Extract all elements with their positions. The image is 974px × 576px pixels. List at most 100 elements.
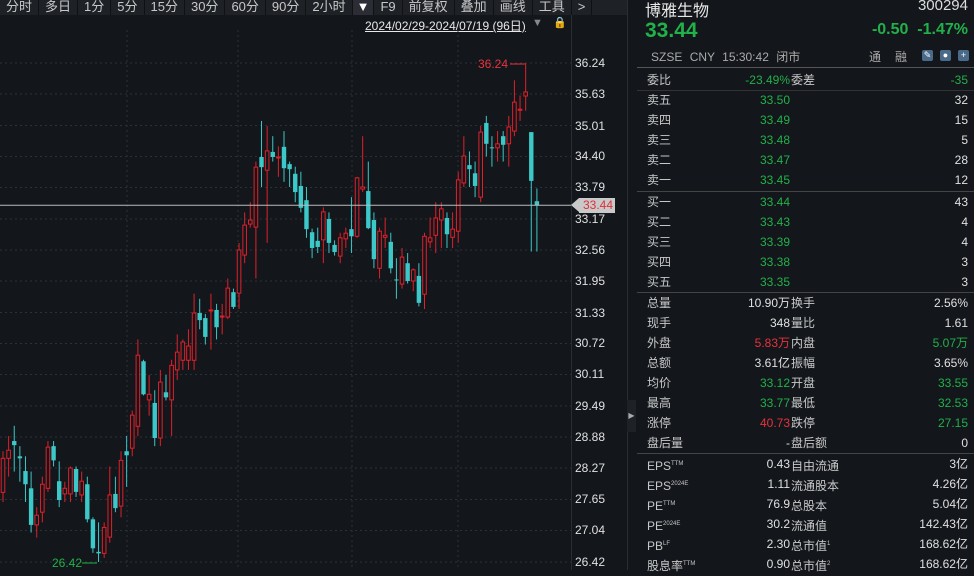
y-tick-label: 27.04 <box>575 523 606 538</box>
candle-body-up <box>208 309 214 312</box>
y-tick-label: 34.40 <box>575 149 606 164</box>
candle-body-down <box>293 173 298 193</box>
candle-body-up <box>495 143 500 149</box>
time: 15:30:42 <box>722 50 769 64</box>
candle-body-down <box>17 456 23 459</box>
market-meta: SZSE CNY 15:30:42 闭市 <box>651 48 800 65</box>
value: 33.55 <box>937 376 968 390</box>
price: 33.38 <box>759 255 790 269</box>
candle-body-up <box>62 487 68 495</box>
candle-body-down <box>529 132 534 181</box>
plus-icon[interactable]: + <box>958 50 969 61</box>
candle-body-up <box>427 237 433 243</box>
price: 33.35 <box>759 275 790 289</box>
candle-body-down <box>113 493 118 509</box>
y-tick-label: 30.11 <box>575 367 605 382</box>
volume: 12 <box>954 173 968 187</box>
value: 33.12 <box>759 376 790 390</box>
value: 76.9 <box>766 497 790 511</box>
candle-body-up <box>45 446 51 489</box>
value: 168.62亿 <box>919 537 968 551</box>
candle-body-down <box>326 219 332 243</box>
candle-body-up <box>399 256 405 285</box>
label: PBLF <box>647 539 671 553</box>
candle-body-down <box>281 146 287 169</box>
min-price-label: 26.42 <box>52 556 82 570</box>
candle-body-up <box>360 186 365 190</box>
y-tick-label: 36.24 <box>575 56 606 70</box>
volume: 3 <box>961 275 968 289</box>
candle-body-up <box>40 483 45 513</box>
pencil-icon[interactable]: ✎ <box>922 50 933 61</box>
label: 买二 <box>647 215 672 229</box>
candle-body-up <box>180 341 186 361</box>
label: 卖二 <box>647 153 672 167</box>
label: 外盘 <box>647 336 672 350</box>
max-price-label: 36.24 <box>478 57 508 71</box>
price: 33.39 <box>759 235 790 249</box>
exchange: SZSE <box>651 50 683 64</box>
flags: 通融 <box>869 48 921 65</box>
y-tick-label: 28.88 <box>575 429 606 444</box>
stat-row: 涨停 40.73 跌停 27.15 <box>637 413 974 433</box>
candle-body-down <box>366 191 371 229</box>
volume: 15 <box>954 113 968 127</box>
fundamental-row: 股息率TTM 0.90 总市值2 168.62亿 <box>637 554 974 574</box>
value: 5.04亿 <box>932 497 968 511</box>
candle-body-up <box>517 108 523 111</box>
value: 27.15 <box>937 416 968 430</box>
candle-body-up <box>174 351 180 371</box>
candle-body-down <box>371 220 377 260</box>
candle-body-up <box>169 364 174 401</box>
label: 盘后额 <box>791 436 828 450</box>
y-tick-label: 28.27 <box>575 460 606 475</box>
period-tab[interactable]: > <box>572 0 593 15</box>
label: 开盘 <box>791 376 816 390</box>
label: 委差 <box>791 73 816 87</box>
ask-row: 卖五 33.50 32 <box>637 90 974 110</box>
volume: 28 <box>954 153 968 167</box>
label: 盘后量 <box>647 436 684 450</box>
ask-row: 卖一 33.45 12 <box>637 170 974 190</box>
divider <box>637 67 974 68</box>
label: 卖三 <box>647 133 672 147</box>
candlestick-chart[interactable]: 36.24 26.42 <box>0 0 571 570</box>
stock-code: 300294 <box>917 0 968 14</box>
candle-body-up <box>422 235 427 295</box>
volume: 4 <box>961 215 968 229</box>
value: 0.43 <box>766 457 790 471</box>
value: 40.73 <box>759 416 790 430</box>
value: 5.83万 <box>754 336 790 350</box>
volume: 5 <box>961 133 968 147</box>
bell-icon[interactable]: ● <box>940 50 951 61</box>
label: 量比 <box>791 316 816 330</box>
label: 总量 <box>647 296 672 310</box>
candle-body-up <box>354 177 360 237</box>
candle-body-down <box>309 232 315 248</box>
candle-body-up <box>523 91 528 97</box>
y-tick-label: 29.49 <box>575 398 606 413</box>
last-price: 33.44 <box>645 19 698 42</box>
axis-divider <box>571 15 572 570</box>
label: 流通股本 <box>791 479 840 493</box>
label: 振幅 <box>791 356 816 370</box>
label: EPS2024E <box>647 479 689 493</box>
bid-row: 买三 33.39 4 <box>637 232 974 252</box>
flag-connect: 通 <box>869 50 882 64</box>
bid-row: 买五 33.35 3 <box>637 272 974 292</box>
chevron-right-icon[interactable]: ▶ <box>627 400 636 432</box>
candle-body-up <box>225 287 231 318</box>
value: 10.90万 <box>747 296 790 310</box>
candle-body-down <box>259 157 264 168</box>
stat-row: 总额 3.61亿 振幅 3.65% <box>637 353 974 373</box>
candle-body-up <box>337 237 343 257</box>
label: 换手 <box>791 296 816 310</box>
currency: CNY <box>689 50 715 64</box>
candle-body-up <box>0 457 6 493</box>
label: 总市值1 <box>791 539 831 553</box>
y-tick-label: 35.63 <box>575 86 606 101</box>
y-tick-label: 32.56 <box>575 242 606 257</box>
label: 涨停 <box>647 416 672 430</box>
label: 总市值2 <box>791 559 831 573</box>
last-price-tag: 33.44 <box>571 198 615 213</box>
